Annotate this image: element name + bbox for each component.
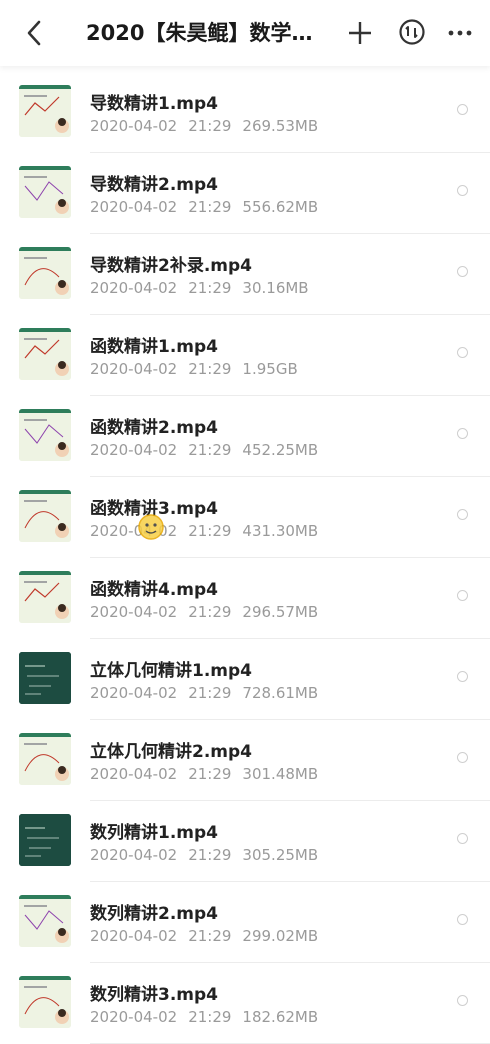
file-date: 2020-04-02	[90, 198, 178, 216]
file-size: 728.61MB	[242, 684, 319, 702]
file-size: 1.95GB	[242, 360, 298, 378]
file-name: 函数精讲1.mp4	[90, 337, 218, 357]
file-size: 296.57MB	[242, 603, 319, 621]
file-date: 2020-04-02	[90, 927, 178, 945]
video-thumbnail	[19, 814, 71, 866]
file-meta: 2020-04-02 21:29 305.25MB	[90, 846, 329, 864]
file-date: 2020-04-02	[90, 360, 178, 378]
file-name: 数列精讲2.mp4	[90, 904, 218, 924]
file-row[interactable]: 立体几何精讲1.mp4 2020-04-02 21:29 728.61MB	[0, 639, 490, 720]
file-row[interactable]: 导数精讲1.mp4 2020-04-02 21:29 269.53MB	[0, 72, 490, 153]
file-name: 数列精讲3.mp4	[90, 985, 218, 1005]
file-list: 导数精讲1.mp4 2020-04-02 21:29 269.53MB 导数精讲2.mp…	[0, 72, 490, 1044]
file-date: 2020-04-02	[90, 279, 178, 297]
file-name: 导数精讲2.mp4	[90, 175, 218, 195]
file-size: 305.25MB	[242, 846, 319, 864]
video-thumbnail	[19, 571, 71, 623]
file-name: 导数精讲1.mp4	[90, 94, 218, 114]
app-header: 2020【朱昊鲲】数学二轮复习	[0, 0, 490, 66]
file-row[interactable]: 导数精讲2.mp4 2020-04-02 21:29 556.62MB	[0, 153, 490, 234]
select-radio[interactable]	[457, 104, 468, 115]
file-meta: 2020-04-02 21:29 296.57MB	[90, 603, 329, 621]
file-time: 21:29	[188, 1008, 232, 1026]
file-date: 2020-04-02	[90, 765, 178, 783]
file-meta: 2020-04-02 21:29 182.62MB	[90, 1008, 329, 1026]
file-size: 301.48MB	[242, 765, 319, 783]
select-radio[interactable]	[457, 833, 468, 844]
file-time: 21:29	[188, 117, 232, 135]
file-size: 299.02MB	[242, 927, 319, 945]
video-thumbnail	[19, 895, 71, 947]
file-date: 2020-04-02	[90, 603, 178, 621]
file-row[interactable]: 数列精讲1.mp4 2020-04-02 21:29 305.25MB	[0, 801, 490, 882]
file-meta: 2020-04-02 21:29 299.02MB	[90, 927, 329, 945]
select-radio[interactable]	[457, 671, 468, 682]
file-time: 21:29	[188, 603, 232, 621]
file-meta: 2020-04-02 21:29 728.61MB	[90, 684, 329, 702]
file-meta: 2020-04-02 21:29 269.53MB	[90, 117, 329, 135]
video-thumbnail	[19, 166, 71, 218]
select-radio[interactable]	[457, 509, 468, 520]
file-row[interactable]: 数列精讲2.mp4 2020-04-02 21:29 299.02MB	[0, 882, 490, 963]
video-thumbnail	[19, 490, 71, 542]
video-thumbnail	[19, 328, 71, 380]
folder-title: 2020【朱昊鲲】数学二轮复习	[86, 21, 332, 45]
file-time: 21:29	[188, 279, 232, 297]
file-time: 21:29	[188, 765, 232, 783]
select-radio[interactable]	[457, 914, 468, 925]
video-thumbnail	[19, 247, 71, 299]
file-name: 函数精讲2.mp4	[90, 418, 218, 438]
file-row[interactable]: 立体几何精讲2.mp4 2020-04-02 21:29 301.48MB	[0, 720, 490, 801]
select-radio[interactable]	[457, 590, 468, 601]
file-name: 函数精讲4.mp4	[90, 580, 218, 600]
file-date: 2020-04-02	[90, 846, 178, 864]
file-meta: 2020-04-02 21:29 1.95GB	[90, 360, 309, 378]
file-meta: 2020-04-02 21:29 556.62MB	[90, 198, 329, 216]
file-name: 数列精讲1.mp4	[90, 823, 218, 843]
back-icon[interactable]	[22, 18, 48, 48]
file-date: 2020-04-02	[90, 1008, 178, 1026]
select-radio[interactable]	[457, 752, 468, 763]
file-date: 2020-04-02	[90, 441, 178, 459]
file-meta: 2020-04-02 21:29 452.25MB	[90, 441, 329, 459]
file-row[interactable]: 导数精讲2补录.mp4 2020-04-02 21:29 30.16MB	[0, 234, 490, 315]
file-date: 2020-04-02	[90, 684, 178, 702]
file-size: 182.62MB	[242, 1008, 319, 1026]
plus-icon[interactable]	[347, 20, 373, 46]
file-row[interactable]: 函数精讲1.mp4 2020-04-02 21:29 1.95GB	[0, 315, 490, 396]
select-radio[interactable]	[457, 347, 468, 358]
more-icon[interactable]	[447, 20, 473, 46]
file-row[interactable]: 函数精讲4.mp4 2020-04-02 21:29 296.57MB	[0, 558, 490, 639]
file-time: 21:29	[188, 441, 232, 459]
sort-icon[interactable]	[398, 18, 426, 46]
file-size: 269.53MB	[242, 117, 319, 135]
file-meta: 2020-04-02 21:29 301.48MB	[90, 765, 329, 783]
file-name: 立体几何精讲2.mp4	[90, 742, 252, 762]
file-row[interactable]: 数列精讲3.mp4 2020-04-02 21:29 182.62MB	[0, 963, 490, 1044]
file-time: 21:29	[188, 846, 232, 864]
select-radio[interactable]	[457, 266, 468, 277]
file-time: 21:29	[188, 684, 232, 702]
file-size: 556.62MB	[242, 198, 319, 216]
file-time: 21:29	[188, 360, 232, 378]
video-thumbnail	[19, 409, 71, 461]
file-row[interactable]: 函数精讲2.mp4 2020-04-02 21:29 452.25MB	[0, 396, 490, 477]
video-thumbnail	[19, 652, 71, 704]
file-size: 452.25MB	[242, 441, 319, 459]
file-name: 导数精讲2补录.mp4	[90, 256, 252, 276]
file-meta: 2020-04-02 21:29 30.16MB	[90, 279, 320, 297]
file-date: 2020-04-02	[90, 117, 178, 135]
file-size: 30.16MB	[242, 279, 309, 297]
file-time: 21:29	[188, 927, 232, 945]
select-radio[interactable]	[457, 185, 468, 196]
file-name: 立体几何精讲1.mp4	[90, 661, 252, 681]
video-thumbnail	[19, 85, 71, 137]
select-radio[interactable]	[457, 995, 468, 1006]
file-time: 21:29	[188, 198, 232, 216]
watermark-logo	[138, 514, 164, 540]
video-thumbnail	[19, 733, 71, 785]
video-thumbnail	[19, 976, 71, 1028]
select-radio[interactable]	[457, 428, 468, 439]
